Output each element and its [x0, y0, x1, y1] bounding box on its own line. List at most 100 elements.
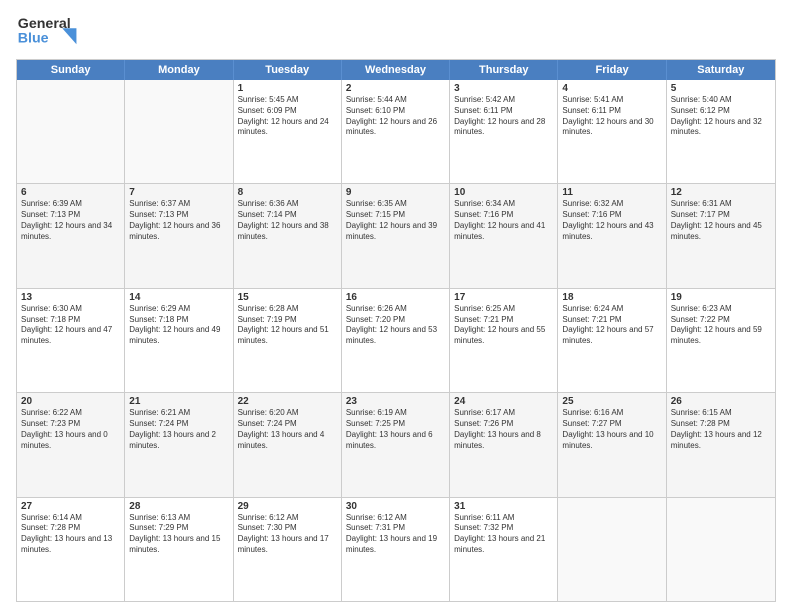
day-number: 4 — [562, 83, 661, 94]
day-info: Sunrise: 6:32 AMSunset: 7:16 PMDaylight:… — [562, 199, 661, 242]
day-info: Sunrise: 6:19 AMSunset: 7:25 PMDaylight:… — [346, 408, 445, 451]
svg-text:Blue: Blue — [18, 30, 49, 46]
day-info: Sunrise: 6:11 AMSunset: 7:32 PMDaylight:… — [454, 513, 553, 556]
day-number: 29 — [238, 501, 337, 512]
day-cell-1: 1Sunrise: 5:45 AMSunset: 6:09 PMDaylight… — [234, 80, 342, 183]
day-info: Sunrise: 6:12 AMSunset: 7:31 PMDaylight:… — [346, 513, 445, 556]
day-cell-27: 27Sunrise: 6:14 AMSunset: 7:28 PMDayligh… — [17, 498, 125, 601]
day-number: 28 — [129, 501, 228, 512]
empty-cell — [17, 80, 125, 183]
day-number: 18 — [562, 292, 661, 303]
header-day-sunday: Sunday — [17, 60, 125, 80]
day-info: Sunrise: 6:14 AMSunset: 7:28 PMDaylight:… — [21, 513, 120, 556]
day-cell-12: 12Sunrise: 6:31 AMSunset: 7:17 PMDayligh… — [667, 184, 775, 287]
day-cell-29: 29Sunrise: 6:12 AMSunset: 7:30 PMDayligh… — [234, 498, 342, 601]
calendar-row-1: 6Sunrise: 6:39 AMSunset: 7:13 PMDaylight… — [17, 183, 775, 287]
day-info: Sunrise: 5:40 AMSunset: 6:12 PMDaylight:… — [671, 95, 771, 138]
day-info: Sunrise: 6:22 AMSunset: 7:23 PMDaylight:… — [21, 408, 120, 451]
day-info: Sunrise: 6:23 AMSunset: 7:22 PMDaylight:… — [671, 304, 771, 347]
calendar: SundayMondayTuesdayWednesdayThursdayFrid… — [16, 59, 776, 602]
day-cell-19: 19Sunrise: 6:23 AMSunset: 7:22 PMDayligh… — [667, 289, 775, 392]
day-info: Sunrise: 6:25 AMSunset: 7:21 PMDaylight:… — [454, 304, 553, 347]
calendar-body: 1Sunrise: 5:45 AMSunset: 6:09 PMDaylight… — [17, 80, 775, 601]
calendar-row-3: 20Sunrise: 6:22 AMSunset: 7:23 PMDayligh… — [17, 392, 775, 496]
day-cell-11: 11Sunrise: 6:32 AMSunset: 7:16 PMDayligh… — [558, 184, 666, 287]
day-cell-7: 7Sunrise: 6:37 AMSunset: 7:13 PMDaylight… — [125, 184, 233, 287]
calendar-row-2: 13Sunrise: 6:30 AMSunset: 7:18 PMDayligh… — [17, 288, 775, 392]
day-number: 7 — [129, 187, 228, 198]
day-cell-25: 25Sunrise: 6:16 AMSunset: 7:27 PMDayligh… — [558, 393, 666, 496]
day-info: Sunrise: 6:13 AMSunset: 7:29 PMDaylight:… — [129, 513, 228, 556]
calendar-row-0: 1Sunrise: 5:45 AMSunset: 6:09 PMDaylight… — [17, 80, 775, 183]
day-info: Sunrise: 6:24 AMSunset: 7:21 PMDaylight:… — [562, 304, 661, 347]
day-info: Sunrise: 6:31 AMSunset: 7:17 PMDaylight:… — [671, 199, 771, 242]
day-cell-15: 15Sunrise: 6:28 AMSunset: 7:19 PMDayligh… — [234, 289, 342, 392]
day-number: 1 — [238, 83, 337, 94]
day-info: Sunrise: 6:26 AMSunset: 7:20 PMDaylight:… — [346, 304, 445, 347]
day-cell-22: 22Sunrise: 6:20 AMSunset: 7:24 PMDayligh… — [234, 393, 342, 496]
header: General Blue — [16, 12, 776, 53]
day-info: Sunrise: 6:30 AMSunset: 7:18 PMDaylight:… — [21, 304, 120, 347]
day-info: Sunrise: 5:41 AMSunset: 6:11 PMDaylight:… — [562, 95, 661, 138]
day-cell-10: 10Sunrise: 6:34 AMSunset: 7:16 PMDayligh… — [450, 184, 558, 287]
day-number: 13 — [21, 292, 120, 303]
header-day-saturday: Saturday — [667, 60, 775, 80]
day-number: 9 — [346, 187, 445, 198]
day-number: 24 — [454, 396, 553, 407]
day-cell-23: 23Sunrise: 6:19 AMSunset: 7:25 PMDayligh… — [342, 393, 450, 496]
day-info: Sunrise: 6:28 AMSunset: 7:19 PMDaylight:… — [238, 304, 337, 347]
day-number: 30 — [346, 501, 445, 512]
day-number: 12 — [671, 187, 771, 198]
day-number: 19 — [671, 292, 771, 303]
day-cell-28: 28Sunrise: 6:13 AMSunset: 7:29 PMDayligh… — [125, 498, 233, 601]
day-info: Sunrise: 6:12 AMSunset: 7:30 PMDaylight:… — [238, 513, 337, 556]
day-number: 15 — [238, 292, 337, 303]
day-number: 3 — [454, 83, 553, 94]
day-number: 26 — [671, 396, 771, 407]
day-cell-6: 6Sunrise: 6:39 AMSunset: 7:13 PMDaylight… — [17, 184, 125, 287]
day-cell-24: 24Sunrise: 6:17 AMSunset: 7:26 PMDayligh… — [450, 393, 558, 496]
day-cell-4: 4Sunrise: 5:41 AMSunset: 6:11 PMDaylight… — [558, 80, 666, 183]
day-cell-21: 21Sunrise: 6:21 AMSunset: 7:24 PMDayligh… — [125, 393, 233, 496]
day-number: 25 — [562, 396, 661, 407]
day-cell-26: 26Sunrise: 6:15 AMSunset: 7:28 PMDayligh… — [667, 393, 775, 496]
day-number: 20 — [21, 396, 120, 407]
empty-cell — [125, 80, 233, 183]
day-number: 5 — [671, 83, 771, 94]
day-info: Sunrise: 6:29 AMSunset: 7:18 PMDaylight:… — [129, 304, 228, 347]
empty-cell — [558, 498, 666, 601]
day-info: Sunrise: 6:16 AMSunset: 7:27 PMDaylight:… — [562, 408, 661, 451]
day-info: Sunrise: 6:36 AMSunset: 7:14 PMDaylight:… — [238, 199, 337, 242]
day-cell-31: 31Sunrise: 6:11 AMSunset: 7:32 PMDayligh… — [450, 498, 558, 601]
empty-cell — [667, 498, 775, 601]
day-info: Sunrise: 6:34 AMSunset: 7:16 PMDaylight:… — [454, 199, 553, 242]
day-info: Sunrise: 6:17 AMSunset: 7:26 PMDaylight:… — [454, 408, 553, 451]
day-cell-20: 20Sunrise: 6:22 AMSunset: 7:23 PMDayligh… — [17, 393, 125, 496]
day-info: Sunrise: 5:45 AMSunset: 6:09 PMDaylight:… — [238, 95, 337, 138]
day-cell-5: 5Sunrise: 5:40 AMSunset: 6:12 PMDaylight… — [667, 80, 775, 183]
day-info: Sunrise: 6:20 AMSunset: 7:24 PMDaylight:… — [238, 408, 337, 451]
header-day-friday: Friday — [558, 60, 666, 80]
day-number: 17 — [454, 292, 553, 303]
day-cell-9: 9Sunrise: 6:35 AMSunset: 7:15 PMDaylight… — [342, 184, 450, 287]
day-number: 16 — [346, 292, 445, 303]
day-cell-8: 8Sunrise: 6:36 AMSunset: 7:14 PMDaylight… — [234, 184, 342, 287]
logo: General Blue — [16, 12, 96, 53]
day-info: Sunrise: 6:35 AMSunset: 7:15 PMDaylight:… — [346, 199, 445, 242]
day-number: 6 — [21, 187, 120, 198]
day-cell-30: 30Sunrise: 6:12 AMSunset: 7:31 PMDayligh… — [342, 498, 450, 601]
calendar-page: General Blue SundayMondayTuesdayWednesda… — [0, 0, 792, 612]
day-number: 14 — [129, 292, 228, 303]
day-number: 22 — [238, 396, 337, 407]
day-info: Sunrise: 5:42 AMSunset: 6:11 PMDaylight:… — [454, 95, 553, 138]
day-cell-3: 3Sunrise: 5:42 AMSunset: 6:11 PMDaylight… — [450, 80, 558, 183]
day-cell-13: 13Sunrise: 6:30 AMSunset: 7:18 PMDayligh… — [17, 289, 125, 392]
day-number: 21 — [129, 396, 228, 407]
day-cell-14: 14Sunrise: 6:29 AMSunset: 7:18 PMDayligh… — [125, 289, 233, 392]
day-info: Sunrise: 6:37 AMSunset: 7:13 PMDaylight:… — [129, 199, 228, 242]
logo-svg: General Blue — [16, 12, 96, 48]
day-cell-16: 16Sunrise: 6:26 AMSunset: 7:20 PMDayligh… — [342, 289, 450, 392]
day-number: 10 — [454, 187, 553, 198]
day-number: 23 — [346, 396, 445, 407]
header-day-monday: Monday — [125, 60, 233, 80]
